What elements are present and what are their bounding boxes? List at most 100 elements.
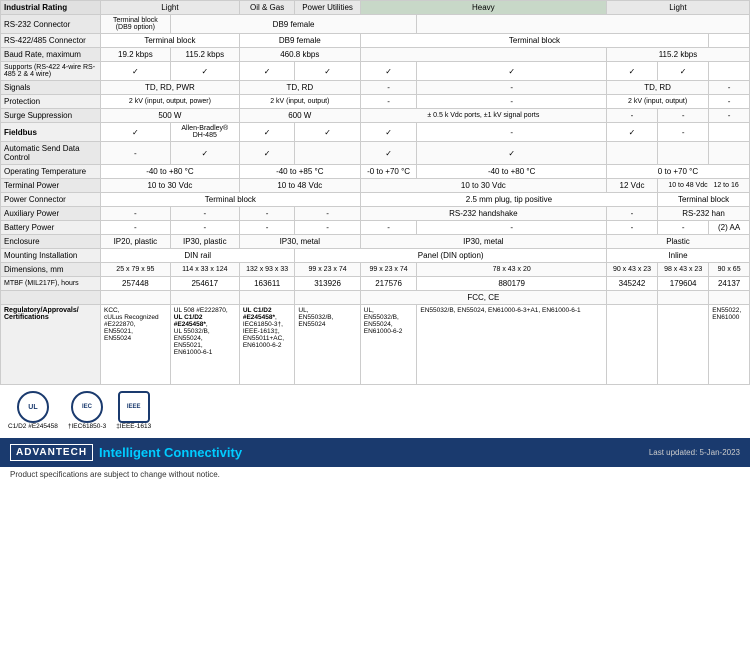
surge-c6: - [709,109,750,123]
dim-c5: 99 x 23 x 74 [360,263,417,277]
aux-power-c1: - [101,207,171,221]
industry-light1: Light [101,1,240,15]
auto-send-c5: ✓ [360,142,417,165]
industry-heavy: Heavy [360,1,606,15]
rs232-row: RS-232 Connector Terminal block(DB9 opti… [1,15,750,34]
baud-c4 [360,48,606,62]
mtbf-c3: 163611 [239,277,295,291]
auto-send-c4 [295,142,360,165]
reg-c1: KCC,cULus Recognized#E222870,EN55021,EN5… [101,305,171,385]
mtbf-c9: 24137 [709,277,750,291]
surge-c1: 500 W [101,109,240,123]
battery-c7: - [606,221,657,235]
supports-c2: ✓ [170,62,239,81]
aux-power-row: Auxiliary Power - - - - RS-232 handshake… [1,207,750,221]
aux-power-c4: - [295,207,360,221]
fieldbus-c6: - [417,123,607,142]
surge-c5: - [658,109,709,123]
ul-circle: UL [17,391,49,423]
mounting-c3: Inline [606,249,749,263]
mtbf-c4: 313926 [295,277,360,291]
signals-c4: - [417,81,607,95]
terminal-power-row: Terminal Power 10 to 30 Vdc 10 to 48 Vdc… [1,179,750,193]
mounting-c1: DIN rail [101,249,295,263]
main-container: Industrial Rating Light Oil & Gas Power … [0,0,750,482]
terminal-power-c2: 10 to 48 Vdc [239,179,360,193]
ieee-label: ‡IEEE-1613 [116,423,151,430]
battery-c2: - [170,221,239,235]
terminal-power-label: Terminal Power [1,179,101,193]
fieldbus-c2: Allen-Bradley®DH-485 [170,123,239,142]
aux-power-c3: - [239,207,295,221]
battery-c3: - [239,221,295,235]
dim-c8: 98 x 43 x 23 [658,263,709,277]
rs422-db9: DB9 female [239,34,360,48]
cert-iec-icon: IEC †IEC61850-3 [68,391,106,430]
reg-c2: UL 508 #E222870,UL C1/D2#E245458*,UL 550… [170,305,239,385]
protection-label: Protection [1,95,101,109]
reg-c8 [658,305,709,385]
reg-c6: EN55032/B, EN55024, EN61000-6-3+A1, EN61… [417,305,607,385]
fieldbus-c5: ✓ [360,123,417,142]
baud-c5: 115.2 kbps [606,48,749,62]
aux-power-label: Auxiliary Power [1,207,101,221]
fieldbus-c1: ✓ [101,123,171,142]
rs232-db9: DB9 female [170,15,417,34]
surge-row: Surge Suppression 500 W 600 W ± 0.5 k Vd… [1,109,750,123]
footer-tagline: Intelligent Connectivity [99,445,242,460]
reg-c4: UL,EN55032/B,EN55024 [295,305,360,385]
supports-c9 [709,62,750,81]
fieldbus-c7: ✓ [606,123,657,142]
signals-label: Signals [1,81,101,95]
baud-c3: 460.8 kbps [239,48,360,62]
terminal-power-c1: 10 to 30 Vdc [101,179,240,193]
dim-c7: 90 x 43 x 23 [606,263,657,277]
fcc-c5: FCC, CE [360,291,606,305]
dimensions-label: Dimensions, mm [1,263,101,277]
fieldbus-label: Fieldbus [1,123,101,142]
reg-c7 [606,305,657,385]
auto-send-c3: ✓ [239,142,295,165]
auto-send-c2: ✓ [170,142,239,165]
specs-table: Industrial Rating Light Oil & Gas Power … [0,0,750,385]
aux-power-c6: - [606,207,657,221]
enclosure-c2: IP30, plastic [170,235,239,249]
battery-c1: - [101,221,171,235]
power-connector-c2: 2.5 mm plug, tip positive [360,193,657,207]
reg-c9: EN55022,EN61000 [709,305,750,385]
footer-update: Last updated: 5-Jan-2023 [649,448,740,457]
rs232-empty [417,15,750,34]
iec-circle: IEC [71,391,103,423]
mtbf-c7: 345242 [606,277,657,291]
battery-power-row: Battery Power - - - - - - - - (2) AA [1,221,750,235]
industry-oilgas: Oil & Gas [239,1,295,15]
power-connector-row: Power Connector Terminal block 2.5 mm pl… [1,193,750,207]
baud-rate-row: Baud Rate, maximum 19.2 kbps 115.2 kbps … [1,48,750,62]
mtbf-row: MTBF (MIL217F), hours 257448 254617 1636… [1,277,750,291]
op-temp-c2: -40 to +85 °C [239,165,360,179]
auto-send-c6: ✓ [417,142,607,165]
enclosure-c3: IP30, metal [239,235,360,249]
disclaimer: Product specifications are subject to ch… [0,467,750,482]
supports-c8: ✓ [658,62,709,81]
baud-c1: 19.2 kbps [101,48,171,62]
dim-c4: 99 x 23 x 74 [295,263,360,277]
fcc-c4 [295,291,360,305]
battery-c9: (2) AA [709,221,750,235]
baud-label: Baud Rate, maximum [1,48,101,62]
mtbf-c2: 254617 [170,277,239,291]
enclosure-row: Enclosure IP20, plastic IP30, plastic IP… [1,235,750,249]
ul-label: C1/D2 #E245458 [8,423,58,430]
aux-power-c2: - [170,207,239,221]
mtbf-c8: 179604 [658,277,709,291]
reg-c3: UL C1/D2#E245458*,IEC61850-3†,IEEE-1613‡… [239,305,295,385]
protection-c4: - [417,95,607,109]
rs422-label: RS-422/485 Connector [1,34,101,48]
auto-send-label: Automatic Send Data Control [1,142,101,165]
power-connector-c1: Terminal block [101,193,361,207]
fcc-c1 [101,291,171,305]
enclosure-c5: Plastic [606,235,749,249]
power-connector-c3: Terminal block [658,193,750,207]
auto-send-c1: - [101,142,171,165]
surge-c2: 600 W [239,109,360,123]
